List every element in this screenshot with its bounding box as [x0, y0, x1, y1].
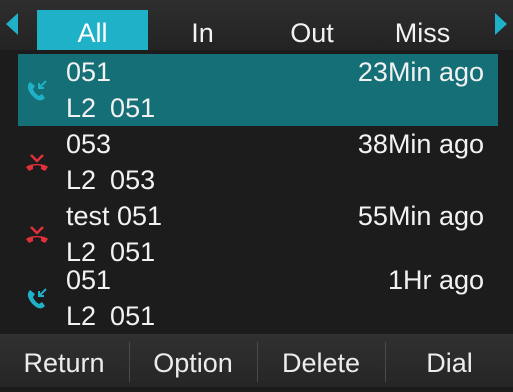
- call-time: 38Min ago: [357, 129, 484, 159]
- tab-miss[interactable]: Miss: [375, 10, 470, 50]
- call-number: 051: [110, 301, 156, 331]
- call-line-label: L2: [66, 93, 97, 123]
- return-button[interactable]: Return: [0, 334, 128, 387]
- delete-button[interactable]: Delete: [258, 334, 384, 387]
- tab-left-arrow-icon[interactable]: [6, 13, 18, 35]
- call-name: 051: [66, 265, 112, 295]
- phone-received-icon: [27, 288, 47, 309]
- call-line-label: L2: [66, 165, 97, 195]
- call-name: 053: [66, 129, 112, 159]
- call-name: test 051: [66, 201, 163, 231]
- call-name: 051: [66, 57, 112, 87]
- call-row[interactable]: 053 38Min ago L2 053: [18, 126, 498, 198]
- call-number: 051: [110, 93, 156, 123]
- call-line-label: L2: [66, 301, 97, 331]
- tab-out[interactable]: Out: [262, 10, 362, 50]
- call-row[interactable]: test 051 55Min ago L2 051: [18, 198, 498, 270]
- call-number: 053: [110, 165, 156, 195]
- phone-missed-icon: [26, 154, 48, 171]
- tab-right-arrow-icon[interactable]: [495, 13, 507, 35]
- call-line-info: L2 051: [66, 298, 155, 334]
- phone-received-icon: [27, 80, 47, 101]
- call-history-screen: All In Out Miss 051 23Min ago L2 051 053 …: [0, 0, 513, 387]
- call-time: 1Hr ago: [387, 265, 484, 295]
- softkey-bar: Return Option Delete Dial: [0, 334, 513, 387]
- call-row[interactable]: 051 23Min ago L2 051: [18, 54, 498, 126]
- call-line-info: L2 051: [66, 90, 155, 126]
- tab-in[interactable]: In: [150, 10, 255, 50]
- call-line-info: L2 053: [66, 162, 155, 198]
- tab-all[interactable]: All: [37, 10, 148, 50]
- dial-button[interactable]: Dial: [386, 334, 513, 387]
- call-time: 55Min ago: [357, 201, 484, 231]
- call-row[interactable]: 051 1Hr ago L2 051: [18, 262, 498, 334]
- call-time: 23Min ago: [357, 57, 484, 87]
- tab-bar: All In Out Miss: [0, 0, 513, 50]
- phone-missed-icon: [26, 226, 48, 243]
- option-button[interactable]: Option: [130, 334, 256, 387]
